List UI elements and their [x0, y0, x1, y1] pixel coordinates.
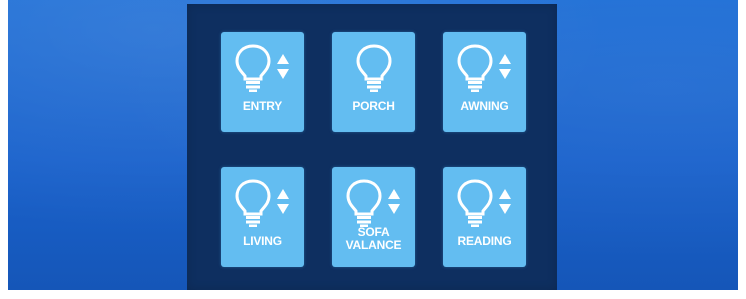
screen-background: ENTRY PORCH AWNING LIVING SOFA VALANCE R…	[8, 0, 738, 290]
up-down-arrows-icon[interactable]	[498, 52, 512, 82]
lighting-control-panel: ENTRY PORCH AWNING LIVING SOFA VALANCE R…	[187, 4, 557, 290]
sofa-valance-light-button[interactable]: SOFA VALANCE	[332, 167, 415, 267]
light-bulb-icon	[346, 179, 382, 227]
light-bulb-icon	[356, 44, 392, 92]
tile-label-line2: VALANCE	[345, 238, 402, 252]
tile-label-reading: READING	[457, 234, 512, 248]
light-bulb-icon	[235, 44, 271, 92]
tile-label-porch: PORCH	[352, 99, 395, 113]
porch-light-button[interactable]: PORCH	[332, 32, 415, 132]
light-bulb-icon	[457, 44, 493, 92]
light-bulb-icon	[235, 179, 271, 227]
up-down-arrows-icon[interactable]	[387, 187, 401, 217]
tile-label-awning: AWNING	[460, 99, 509, 113]
tile-label-living: LIVING	[243, 234, 282, 248]
up-down-arrows-icon[interactable]	[276, 187, 290, 217]
tile-label-line1: SOFA	[357, 225, 390, 239]
tile-label-entry: ENTRY	[242, 99, 283, 113]
light-bulb-icon	[457, 179, 493, 227]
up-down-arrows-icon[interactable]	[498, 187, 512, 217]
tile-label-sofa-valance: SOFA VALANCE	[332, 226, 415, 252]
up-down-arrows-icon[interactable]	[276, 52, 290, 82]
reading-light-button[interactable]: READING	[443, 167, 526, 267]
awning-light-button[interactable]: AWNING	[443, 32, 526, 132]
living-light-button[interactable]: LIVING	[221, 167, 304, 267]
entry-light-button[interactable]: ENTRY	[221, 32, 304, 132]
